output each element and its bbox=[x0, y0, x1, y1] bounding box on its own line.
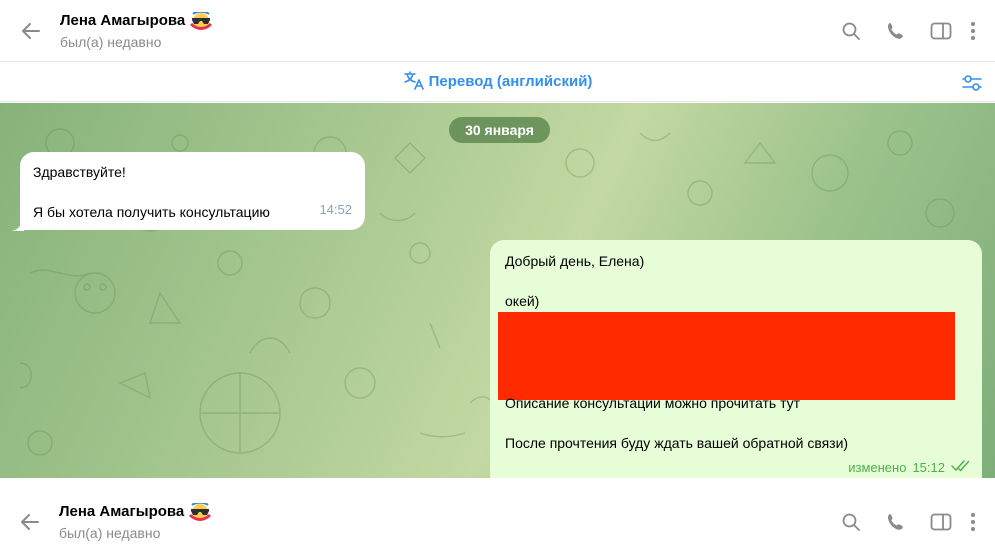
double-check-icon bbox=[951, 458, 971, 478]
sidebar-toggle-icon[interactable] bbox=[918, 502, 963, 542]
message-line: После прочтения буду ждать вашей обратно… bbox=[505, 435, 849, 451]
sunglasses-emoji-icon bbox=[189, 10, 213, 30]
sunglasses-emoji-icon bbox=[188, 501, 212, 521]
message-time: 15:12 bbox=[912, 460, 945, 475]
edited-label: изменено bbox=[848, 460, 907, 475]
chat-header-duplicate: Лена Амагырова был(а) недавно bbox=[0, 490, 995, 553]
contact-status: был(а) недавно bbox=[60, 33, 162, 50]
chat-header: Лена Амагырова был(а) недавно bbox=[0, 0, 995, 62]
peer-info[interactable]: Лена Амагырова был(а) недавно bbox=[60, 10, 213, 50]
message-line: Добрый день, Елена) bbox=[505, 253, 645, 269]
phone-icon[interactable] bbox=[873, 11, 918, 51]
more-vertical-icon[interactable] bbox=[963, 502, 983, 542]
contact-status: был(а) недавно bbox=[59, 524, 161, 541]
message-line: Описание консультации можно прочитать ту… bbox=[505, 395, 801, 411]
translate-label: Перевод (английский) bbox=[428, 73, 593, 90]
header-actions bbox=[828, 490, 983, 553]
redaction-block bbox=[498, 312, 955, 400]
message-line: Я бы хотела получить консультацию bbox=[33, 204, 270, 220]
peer-info[interactable]: Лена Амагырова был(а) недавно bbox=[59, 501, 212, 541]
message-line: окей) bbox=[505, 293, 540, 309]
header-actions bbox=[828, 0, 983, 61]
date-separator: 30 января bbox=[449, 117, 550, 143]
contact-name: Лена Амагырова bbox=[60, 11, 186, 29]
outgoing-message[interactable]: Добрый день, Елена) окей) Описание консу… bbox=[490, 240, 982, 478]
back-arrow-icon[interactable] bbox=[19, 511, 41, 533]
search-icon[interactable] bbox=[828, 502, 873, 542]
translate-settings-icon[interactable] bbox=[961, 72, 983, 94]
message-time: 14:52 bbox=[319, 202, 352, 217]
incoming-message[interactable]: Здравствуйте! Я бы хотела получить консу… bbox=[20, 152, 365, 230]
message-meta: изменено 15:12 bbox=[848, 458, 971, 478]
search-icon[interactable] bbox=[828, 11, 873, 51]
sidebar-toggle-icon[interactable] bbox=[918, 11, 963, 51]
translate-bar: Перевод (английский) bbox=[0, 62, 995, 102]
contact-name: Лена Амагырова bbox=[59, 502, 185, 520]
more-vertical-icon[interactable] bbox=[963, 11, 983, 51]
translate-icon bbox=[403, 70, 425, 94]
chat-history[interactable]: 30 января Здравствуйте! Я бы хотела полу… bbox=[0, 103, 995, 478]
back-arrow-icon[interactable] bbox=[20, 20, 42, 42]
message-line: Здравствуйте! bbox=[33, 164, 126, 180]
translate-button[interactable]: Перевод (английский) bbox=[403, 70, 593, 94]
phone-icon[interactable] bbox=[873, 502, 918, 542]
